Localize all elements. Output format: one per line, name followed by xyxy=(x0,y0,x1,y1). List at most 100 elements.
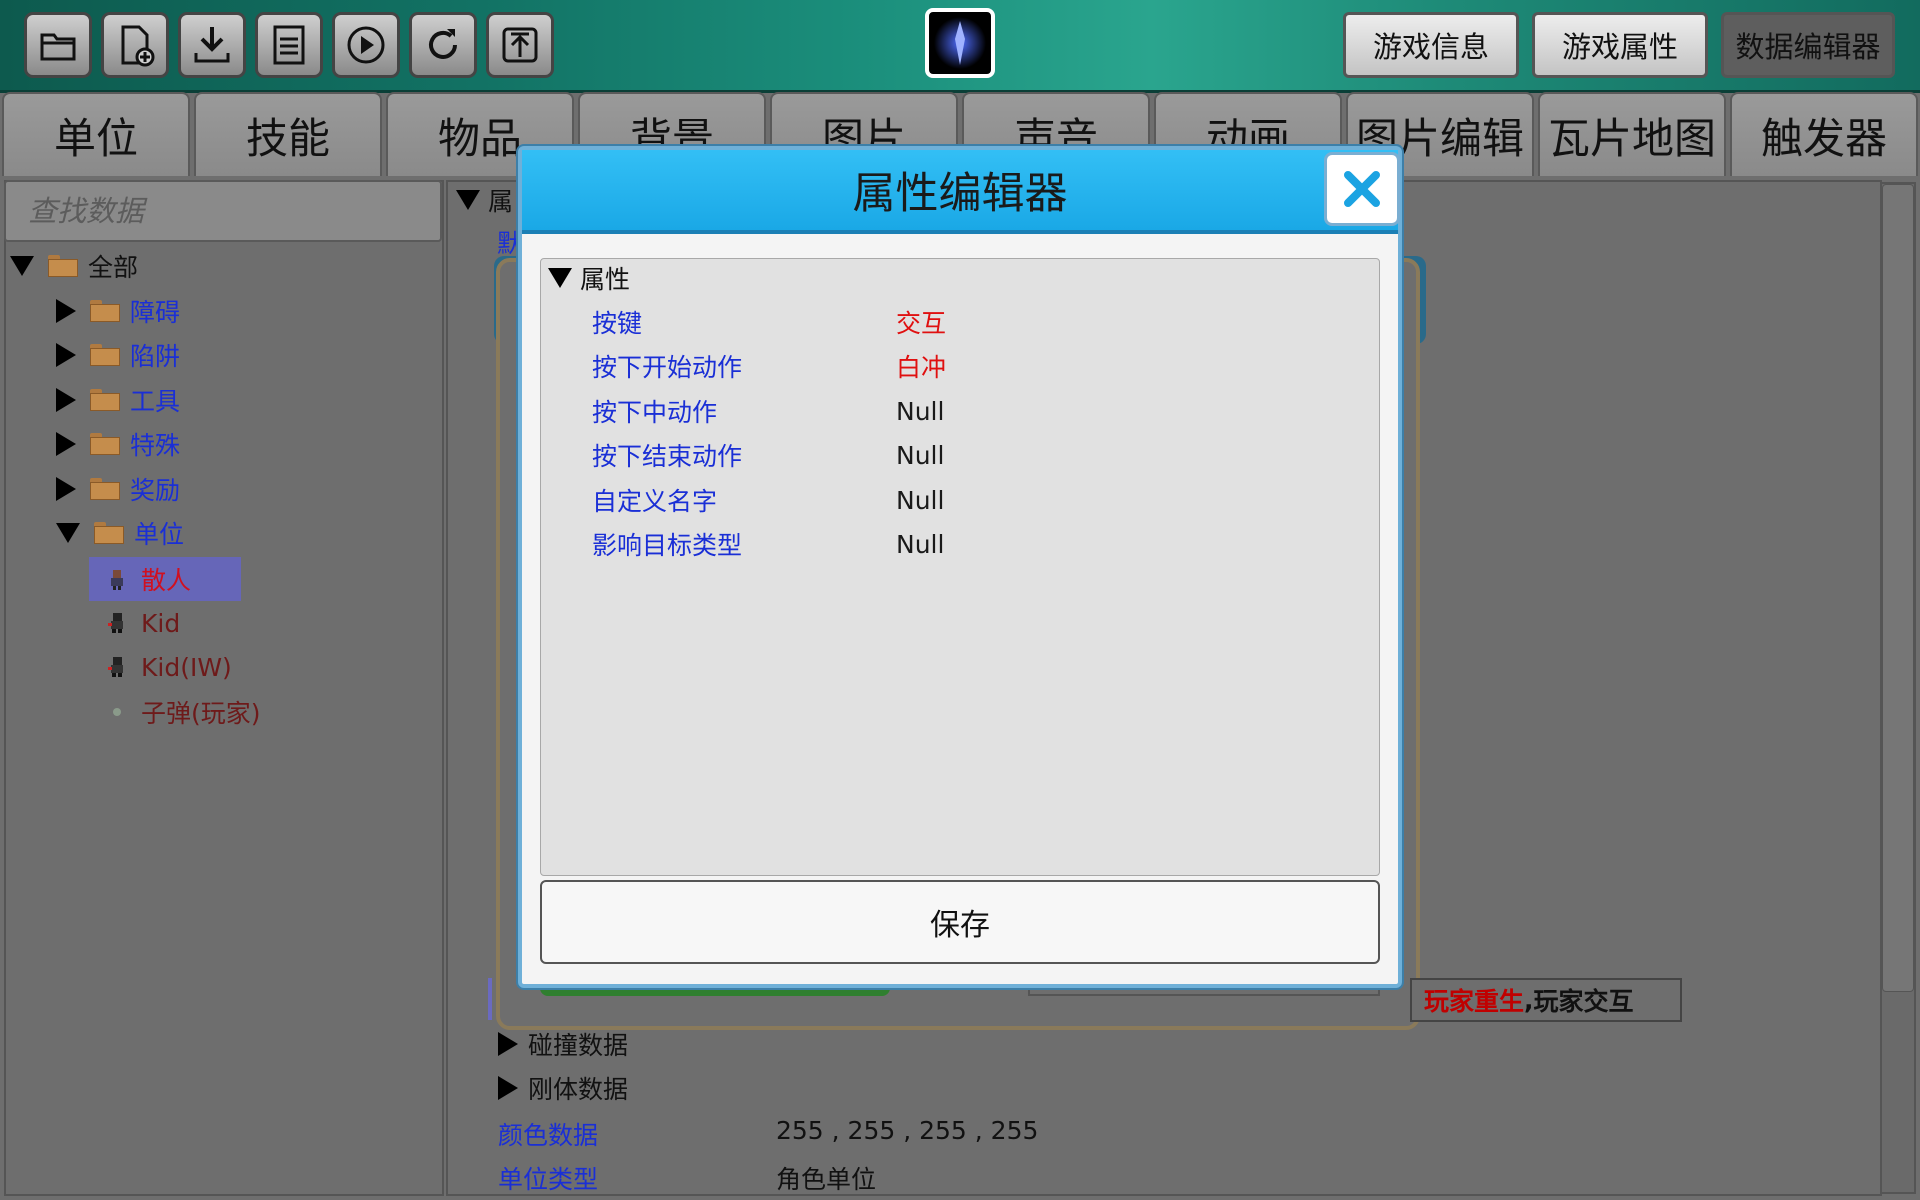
tree-folder-rewards[interactable]: 奖励 xyxy=(56,469,180,509)
top-toolbar: 游戏信息 游戏属性 数据编辑器 xyxy=(0,0,1920,93)
collapse-arrow-icon[interactable] xyxy=(56,299,76,323)
folder-icon xyxy=(90,478,120,500)
save-button[interactable]: 保存 xyxy=(540,880,1380,964)
tree-unit-kid-iw[interactable]: Kid(IW) xyxy=(105,647,232,687)
expand-arrow-icon[interactable] xyxy=(548,268,572,288)
folder-open-icon xyxy=(40,33,76,61)
unit-type-value[interactable]: 角色单位 xyxy=(776,1160,876,1196)
property-key: 按下开始动作 xyxy=(592,353,743,382)
character-sprite-icon xyxy=(108,657,123,677)
export-button[interactable] xyxy=(486,12,554,78)
play-button[interactable] xyxy=(332,12,400,78)
folder-icon xyxy=(90,433,120,455)
property-row[interactable]: 按下中动作 Null xyxy=(592,391,944,431)
tree-folder-units[interactable]: 单位 xyxy=(56,513,184,553)
tree-unit-sanren[interactable]: 散人 xyxy=(89,557,241,601)
character-sprite-icon xyxy=(108,613,123,633)
property-key: 按键 xyxy=(592,309,643,338)
tree-unit-bullet[interactable]: 子弹(玩家) xyxy=(105,692,261,732)
collapse-arrow-icon[interactable] xyxy=(56,432,76,456)
expand-arrow-icon[interactable] xyxy=(456,190,480,210)
tree-folder-traps[interactable]: 陷阱 xyxy=(56,335,180,375)
tree-item-label: 散人 xyxy=(141,566,192,595)
category-tab-tilemap[interactable]: 瓦片地图 xyxy=(1538,92,1726,176)
trigger-separator: , xyxy=(1524,985,1534,1015)
collapse-arrow-icon[interactable] xyxy=(498,1032,518,1056)
folder-icon xyxy=(90,300,120,322)
property-value[interactable]: 交互 xyxy=(896,304,946,340)
trigger-event-red: 玩家重生 xyxy=(1424,987,1525,1016)
property-row[interactable]: 影响目标类型 Null xyxy=(592,524,944,564)
bullet-sprite-icon xyxy=(113,708,121,716)
property-value[interactable]: Null xyxy=(896,441,944,470)
folder-icon xyxy=(94,522,124,544)
folder-icon xyxy=(90,344,120,366)
play-icon xyxy=(347,26,385,64)
property-value[interactable]: Null xyxy=(896,486,944,515)
trigger-events-field[interactable]: 玩家重生, 玩家交互 xyxy=(1410,978,1682,1022)
property-value[interactable]: Null xyxy=(896,530,944,559)
expand-arrow-icon[interactable] xyxy=(56,523,80,543)
tree-item-label: 陷阱 xyxy=(130,342,181,371)
collapse-arrow-icon[interactable] xyxy=(56,477,76,501)
new-file-icon xyxy=(121,25,155,67)
collapse-arrow-icon[interactable] xyxy=(56,388,76,412)
tab-game-properties[interactable]: 游戏属性 xyxy=(1532,12,1708,78)
tree-unit-kid[interactable]: Kid xyxy=(105,603,180,643)
tree-root-all[interactable]: 全部 xyxy=(10,246,138,286)
tree-item-label: Kid(IW) xyxy=(141,652,232,682)
property-section-header[interactable]: 属性 xyxy=(548,258,630,298)
folder-icon xyxy=(48,255,78,277)
unit-type-label: 单位类型 xyxy=(498,1165,599,1194)
tree-item-label: 奖励 xyxy=(130,476,181,505)
scrollbar-thumb[interactable] xyxy=(1882,184,1914,992)
download-icon xyxy=(194,27,230,63)
tree-item-label: 特殊 xyxy=(130,431,181,460)
collapse-arrow-icon[interactable] xyxy=(498,1076,518,1100)
dialog-title: 属性编辑器 xyxy=(522,150,1398,234)
tree-folder-obstacles[interactable]: 障碍 xyxy=(56,291,180,331)
search-data-input[interactable] xyxy=(4,180,442,242)
property-value[interactable]: 白冲 xyxy=(896,348,946,384)
selection-marker xyxy=(488,978,492,1020)
color-data-label: 颜色数据 xyxy=(498,1121,599,1150)
save-project-button[interactable] xyxy=(255,12,323,78)
new-file-button[interactable] xyxy=(101,12,169,78)
color-data-value[interactable]: 255 , 255 , 255 , 255 xyxy=(776,1116,1038,1145)
trigger-event: 玩家交互 xyxy=(1533,987,1634,1016)
property-key: 自定义名字 xyxy=(592,487,718,516)
open-project-button[interactable] xyxy=(24,12,92,78)
section-label: 刚体数据 xyxy=(528,1075,629,1104)
category-tab-skills[interactable]: 技能 xyxy=(194,92,382,176)
section-rigidbody-data[interactable]: 刚体数据 xyxy=(498,1068,628,1108)
data-tree-panel xyxy=(4,180,444,1196)
category-tab-triggers[interactable]: 触发器 xyxy=(1730,92,1918,176)
section-collision-data[interactable]: 碰撞数据 xyxy=(498,1024,628,1064)
property-key: 按下结束动作 xyxy=(592,442,743,471)
property-row[interactable]: 按键 交互 xyxy=(592,302,946,342)
close-dialog-button[interactable] xyxy=(1324,152,1400,226)
save-disk-icon xyxy=(273,25,305,65)
property-row[interactable]: 自定义名字 Null xyxy=(592,480,944,520)
section-properties-header[interactable]: 属 xyxy=(456,180,513,220)
property-value[interactable]: Null xyxy=(896,397,944,426)
tab-game-info[interactable]: 游戏信息 xyxy=(1343,12,1519,78)
tab-data-editor[interactable]: 数据编辑器 xyxy=(1721,12,1895,78)
property-row[interactable]: 按下开始动作 白冲 xyxy=(592,346,946,386)
property-key: 影响目标类型 xyxy=(592,531,743,560)
section-label: 碰撞数据 xyxy=(528,1031,629,1060)
game-logo-icon[interactable] xyxy=(925,8,995,78)
refresh-button[interactable] xyxy=(409,12,477,78)
section-label: 属 xyxy=(488,187,514,216)
folder-icon xyxy=(90,389,120,411)
tree-folder-tools[interactable]: 工具 xyxy=(56,380,180,420)
upload-icon xyxy=(502,27,538,63)
tree-folder-special[interactable]: 特殊 xyxy=(56,424,180,464)
tree-item-label: Kid xyxy=(141,608,181,638)
expand-arrow-icon[interactable] xyxy=(10,256,34,276)
collapse-arrow-icon[interactable] xyxy=(56,343,76,367)
tree-item-label: 全部 xyxy=(88,253,139,282)
import-button[interactable] xyxy=(178,12,246,78)
category-tab-units[interactable]: 单位 xyxy=(2,92,190,176)
property-row[interactable]: 按下结束动作 Null xyxy=(592,435,944,475)
